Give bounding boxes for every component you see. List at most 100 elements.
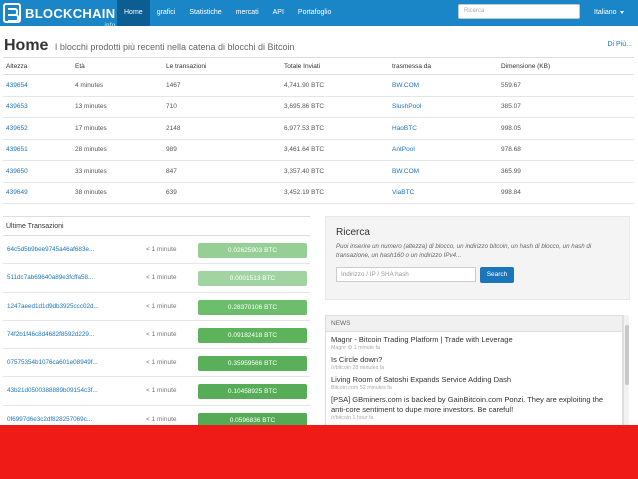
block-size: 559.67 — [501, 81, 521, 89]
block-cell: 439652 — [3, 117, 72, 140]
nav-item-stats[interactable]: Statistiche — [182, 0, 228, 26]
block-tx-count: 639 — [166, 189, 177, 197]
block-height-link[interactable]: 439653 — [6, 103, 28, 110]
block-cell: 439651 — [3, 139, 72, 161]
block-relayed-by-link[interactable]: ViaBTC — [392, 189, 414, 196]
transaction-time: < 1 minute — [146, 330, 177, 338]
logo-text: BLOCKCHAIN info — [25, 7, 115, 29]
nav-search-input[interactable]: Ricerca — [458, 4, 580, 19]
news-meta: Magnr ⚙ 1 minute fa — [331, 345, 380, 351]
transaction-hash-link[interactable]: 1247aeed1d1d9db3925ccc02d... — [7, 293, 137, 321]
block-size: 385.07 — [501, 103, 521, 111]
block-cell: 3,695.86 BTC — [281, 96, 389, 118]
transaction-hash-link[interactable]: 511dc7ab69640a89e3fcffa58... — [7, 264, 137, 292]
block-cell: 17 minutes — [72, 117, 163, 140]
nav-item-wallet[interactable]: Portafoglio — [291, 0, 338, 26]
transaction-amount-button[interactable]: 0.02625903 BTC — [198, 243, 307, 258]
block-cell: 847 — [163, 160, 281, 183]
page-title: Home — [4, 37, 49, 54]
block-height-link[interactable]: 439652 — [6, 125, 28, 132]
nav-item-api[interactable]: API — [266, 0, 291, 26]
blocks-table: Altezza Età Le transazioni Totale Inviat… — [3, 57, 634, 204]
page-subtitle: I blocchi prodotti più recenti nella cat… — [54, 42, 295, 52]
block-age: 33 minutes — [75, 167, 107, 175]
nav-item-home[interactable]: Home — [117, 0, 150, 26]
language-dropdown[interactable]: Italiano — [594, 0, 624, 26]
col-total-sent: Totale Inviati — [281, 57, 389, 75]
search-title: Ricerca — [336, 227, 370, 238]
news-item: [PSA] GBminers.com is backed by GainBitc… — [326, 392, 622, 422]
logo[interactable]: BLOCKCHAIN info — [3, 2, 115, 29]
block-cell: 439653 — [3, 96, 72, 118]
news-item: Is Circle down?/r/bitcoin 28 minutes fa — [326, 352, 622, 372]
block-cell: 28 minutes — [72, 139, 163, 161]
block-height-link[interactable]: 439650 — [6, 168, 28, 175]
block-height-link[interactable]: 439654 — [6, 82, 28, 89]
block-cell: 3,452.19 BTC — [281, 182, 389, 204]
block-height-link[interactable]: 439651 — [6, 146, 28, 153]
transaction-time: < 1 minute — [146, 302, 177, 310]
transaction-amount-button[interactable]: 0.28370106 BTC — [198, 299, 307, 315]
block-relayed-by-link[interactable]: AntPool — [392, 146, 415, 153]
block-cell: 989 — [163, 139, 281, 161]
block-relayed-by-link[interactable]: SlushPool — [392, 103, 421, 110]
block-cell: 439649 — [3, 182, 72, 204]
block-total-sent: 4,741.90 BTC — [284, 81, 325, 89]
col-transactions: Le transazioni — [163, 57, 281, 75]
block-row: 439649 38 minutes 639 3,452.19 BTC ViaBTC 998… — [3, 182, 634, 204]
news-scrollbar-thumb[interactable] — [625, 325, 629, 385]
block-tx-count: 1467 — [166, 81, 181, 89]
block-total-sent: 6,977.53 BTC — [284, 124, 325, 132]
transaction-amount-button[interactable]: 0.0001513 BTC — [198, 271, 307, 287]
block-relayed-by-link[interactable]: HaoBTC — [392, 125, 417, 132]
news-meta: Bitcoin.com 52 minutes fa — [331, 385, 392, 391]
latest-transactions-panel: Ultime Transazioni 64c5d5b9bee9745a46af6… — [3, 216, 310, 446]
news-title-link[interactable]: Magnr - Bitcoin Trading Platform | Trade… — [331, 335, 617, 345]
block-size: 365.99 — [501, 167, 521, 175]
block-height-link[interactable]: 439649 — [6, 189, 28, 196]
language-label: Italiano — [594, 9, 617, 16]
nav-item-markets[interactable]: mercati — [229, 0, 266, 26]
block-relayed-by-link[interactable]: BW.COM — [392, 168, 419, 175]
transaction-time: < 1 minute — [146, 246, 177, 253]
block-age: 17 minutes — [75, 124, 107, 132]
search-button[interactable]: Search — [480, 267, 514, 283]
block-cell: 4,741.90 BTC — [281, 74, 389, 97]
logo-sub: info — [104, 22, 116, 29]
transaction-row: 64c5d5b9bee9745a46af683e... < 1 minute 0.0… — [3, 236, 310, 265]
transaction-amount-button[interactable]: 0.09182418 BTC — [198, 327, 307, 343]
transaction-hash-link[interactable]: 07575354b1076ca601e08949f... — [7, 349, 137, 377]
transaction-hash-link[interactable]: 64c5d5b9bee9745a46af683e... — [7, 236, 137, 264]
transaction-amount-button[interactable]: 0.35959566 BTC — [198, 356, 307, 372]
news-item: Living Room of Satoshi Expands Service A… — [326, 372, 622, 392]
top-navbar: BLOCKCHAIN info Home grafici Statistiche… — [0, 0, 638, 29]
block-total-sent: 3,695.86 BTC — [284, 103, 325, 111]
transaction-hash-link[interactable]: 74f2b1f46c8d4682f8592d229... — [7, 321, 137, 349]
search-input[interactable]: Indirizzo / IP / SHA hash — [336, 267, 476, 282]
transaction-hash-link[interactable]: 43b21d0500388889b09154c3f... — [7, 377, 137, 405]
col-relayed-by: trasmessa da — [389, 57, 498, 75]
block-cell: ViaBTC — [389, 182, 498, 204]
block-age: 13 minutes — [75, 103, 107, 111]
block-size: 978.68 — [501, 146, 521, 154]
news-title-link[interactable]: [PSA] GBminers.com is backed by GainBitc… — [331, 395, 617, 415]
block-row: 439651 28 minutes 989 3,461.64 BTC AntPool 97… — [3, 139, 634, 161]
more-link[interactable]: Di Più... — [607, 41, 632, 48]
news-title-link[interactable]: Is Circle down? — [331, 355, 617, 365]
block-cell: 559.67 — [498, 74, 634, 97]
col-age: Età — [72, 57, 163, 75]
block-relayed-by-link[interactable]: BW.COM — [392, 82, 419, 89]
block-cell: AntPool — [389, 139, 498, 161]
block-row: 439654 4 minutes 1467 4,741.90 BTC BW.COM 559… — [3, 74, 634, 97]
transaction-amount-button[interactable]: 0.10458925 BTC — [198, 384, 307, 400]
block-tx-count: 710 — [166, 103, 177, 111]
block-cell: 998.05 — [498, 117, 634, 140]
nav-item-charts[interactable]: grafici — [150, 0, 183, 26]
block-cell: 4 minutes — [72, 74, 163, 97]
block-age: 28 minutes — [75, 146, 107, 154]
news-title-link[interactable]: Living Room of Satoshi Expands Service A… — [331, 375, 617, 385]
search-panel: Ricerca Puoi inserire un numero (altezza… — [325, 216, 630, 300]
col-size: Dimensione (KB) — [498, 57, 634, 75]
block-tx-count: 2148 — [166, 124, 181, 132]
block-cell: 439650 — [3, 160, 72, 183]
